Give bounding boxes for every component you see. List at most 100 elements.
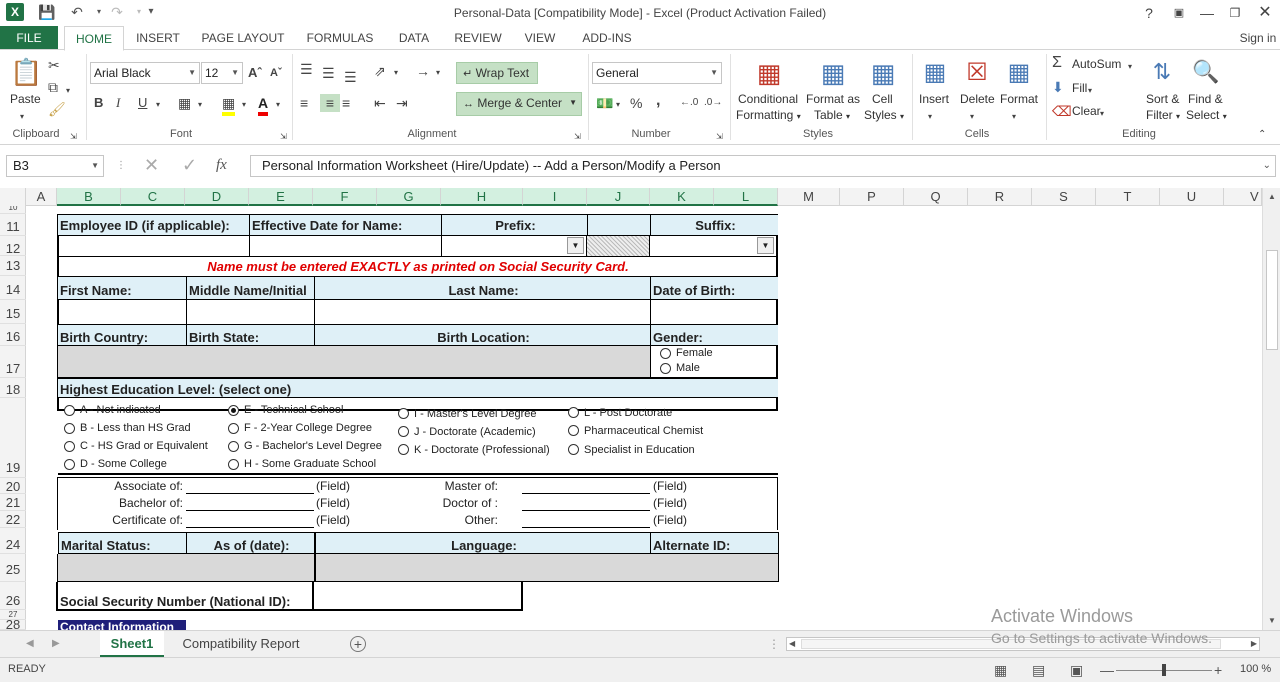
underline-dropdown-icon[interactable]: ▾: [156, 96, 160, 114]
column-header-j[interactable]: J: [587, 188, 650, 206]
increase-decimal-icon[interactable]: ←.0: [680, 94, 698, 112]
last-name-input[interactable]: [314, 300, 651, 324]
conditional-formatting-label2[interactable]: Formatting ▾: [736, 108, 801, 122]
insert-dropdown-icon[interactable]: ▾: [928, 108, 932, 126]
other-input[interactable]: [522, 527, 650, 528]
edu-j-radio[interactable]: [398, 426, 409, 437]
edu-d-radio[interactable]: [64, 459, 75, 470]
sign-in-link[interactable]: Sign in: [1236, 26, 1280, 50]
language-input[interactable]: [314, 554, 651, 582]
scroll-up-icon[interactable]: ▲: [1265, 190, 1279, 204]
column-header-l[interactable]: L: [714, 188, 778, 206]
name-box[interactable]: B3 ▼: [6, 155, 104, 177]
column-header-c[interactable]: C: [121, 188, 185, 206]
decrease-decimal-icon[interactable]: .0→: [704, 94, 722, 112]
row-header-26[interactable]: 26: [0, 582, 26, 610]
cut-icon[interactable]: ✂: [48, 56, 60, 74]
find-select-icon[interactable]: 🔍: [1190, 56, 1222, 88]
underline-button[interactable]: U: [138, 94, 147, 112]
row-header-24[interactable]: 24: [0, 528, 26, 554]
decrease-indent-icon[interactable]: ⇤: [374, 94, 386, 112]
gender-female-radio[interactable]: [660, 348, 671, 359]
column-header-p[interactable]: P: [840, 188, 904, 206]
orientation-icon[interactable]: ⇗: [374, 62, 386, 80]
align-left-icon[interactable]: ≡: [300, 94, 308, 112]
autosum-icon[interactable]: Σ: [1052, 54, 1062, 72]
row-header-19[interactable]: 19: [0, 398, 26, 478]
bottom-align-icon[interactable]: ☰: [344, 68, 357, 86]
cell-styles-label2[interactable]: Styles ▾: [864, 108, 904, 122]
dob-input[interactable]: [650, 300, 778, 324]
text-direction-icon[interactable]: →: [416, 62, 430, 80]
edu-specialist-radio[interactable]: [568, 444, 579, 455]
select-all-corner[interactable]: [0, 188, 26, 206]
minimize-button[interactable]: —: [1192, 2, 1222, 24]
fill-dropdown-icon[interactable]: ▾: [1088, 82, 1092, 100]
insert-cells-icon[interactable]: ▦: [920, 56, 950, 90]
zoom-in-icon[interactable]: +: [1214, 661, 1222, 679]
comma-style-button[interactable]: ,: [656, 92, 660, 110]
conditional-formatting-icon[interactable]: ▦: [752, 56, 786, 90]
row-header-20[interactable]: 20: [0, 478, 26, 494]
birth-state-input[interactable]: [186, 346, 315, 378]
row-header-15[interactable]: 15: [0, 300, 26, 324]
edu-i-radio[interactable]: [398, 408, 409, 419]
edu-e-radio[interactable]: [228, 405, 239, 416]
row-header-17[interactable]: 17: [0, 346, 26, 378]
column-header-h[interactable]: H: [441, 188, 523, 206]
column-header-r[interactable]: R: [968, 188, 1032, 206]
middle-align-icon[interactable]: ☰: [322, 64, 335, 82]
page-break-view-icon[interactable]: ▣: [1070, 661, 1083, 679]
format-dropdown-icon[interactable]: ▾: [1012, 108, 1016, 126]
merge-center-button[interactable]: ↔ Merge & Center ▼: [456, 92, 582, 116]
middle-name-input[interactable]: [186, 300, 315, 324]
number-launcher-icon[interactable]: ⇲: [716, 128, 723, 146]
vertical-scroll-thumb[interactable]: [1266, 250, 1278, 350]
clear-icon[interactable]: ⌫: [1052, 102, 1072, 120]
accounting-format-icon[interactable]: 💵: [596, 94, 613, 112]
restore-button[interactable]: ❐: [1220, 2, 1250, 24]
birth-location-input[interactable]: [314, 346, 651, 378]
certificate-input[interactable]: [186, 527, 314, 528]
page-layout-view-icon[interactable]: ▤: [1032, 661, 1045, 679]
row-header-14[interactable]: 14: [0, 276, 26, 300]
edu-c-radio[interactable]: [64, 441, 75, 452]
zoom-out-icon[interactable]: —: [1100, 661, 1114, 679]
ribbon-display-icon[interactable]: ▣: [1164, 2, 1194, 24]
column-header-a[interactable]: A: [26, 188, 57, 206]
font-color-icon[interactable]: A: [258, 94, 269, 116]
column-header-d[interactable]: D: [185, 188, 249, 206]
first-name-input[interactable]: [58, 300, 187, 324]
column-header-g[interactable]: G: [377, 188, 441, 206]
sheet-tab-sheet1[interactable]: Sheet1: [100, 631, 164, 657]
new-sheet-icon[interactable]: +: [350, 636, 366, 652]
row-header-28[interactable]: 28: [0, 620, 26, 630]
row-header-13[interactable]: 13: [0, 256, 26, 276]
column-header-k[interactable]: K: [650, 188, 714, 206]
cell-styles-icon[interactable]: ▦: [866, 56, 900, 90]
doctor-input[interactable]: [522, 510, 650, 511]
column-header-b[interactable]: B: [57, 188, 121, 206]
font-size-select[interactable]: 12 ▼: [201, 62, 243, 84]
row-header-10[interactable]: 10: [0, 206, 26, 214]
borders-icon[interactable]: ▦: [178, 94, 191, 112]
column-header-q[interactable]: Q: [904, 188, 968, 206]
edu-f-radio[interactable]: [228, 423, 239, 434]
column-header-u[interactable]: U: [1160, 188, 1224, 206]
zoom-slider-thumb[interactable]: [1162, 664, 1166, 676]
effective-date-input[interactable]: [249, 236, 442, 257]
find-select-label1[interactable]: Find &: [1188, 92, 1223, 106]
percent-style-button[interactable]: %: [630, 94, 642, 112]
column-header-f[interactable]: F: [313, 188, 377, 206]
font-launcher-icon[interactable]: ⇲: [280, 128, 287, 146]
accounting-dropdown-icon[interactable]: ▾: [616, 96, 620, 114]
top-align-icon[interactable]: ☰: [300, 60, 313, 78]
insert-cells-button[interactable]: Insert: [919, 92, 949, 106]
conditional-formatting-label1[interactable]: Conditional: [738, 92, 798, 106]
delete-dropdown-icon[interactable]: ▾: [970, 108, 974, 126]
tab-review[interactable]: REVIEW: [450, 26, 506, 50]
clipboard-launcher-icon[interactable]: ⇲: [70, 128, 77, 146]
gender-male-radio[interactable]: [660, 363, 671, 374]
help-button[interactable]: ?: [1134, 2, 1164, 24]
clear-dropdown-icon[interactable]: ▾: [1100, 105, 1104, 123]
